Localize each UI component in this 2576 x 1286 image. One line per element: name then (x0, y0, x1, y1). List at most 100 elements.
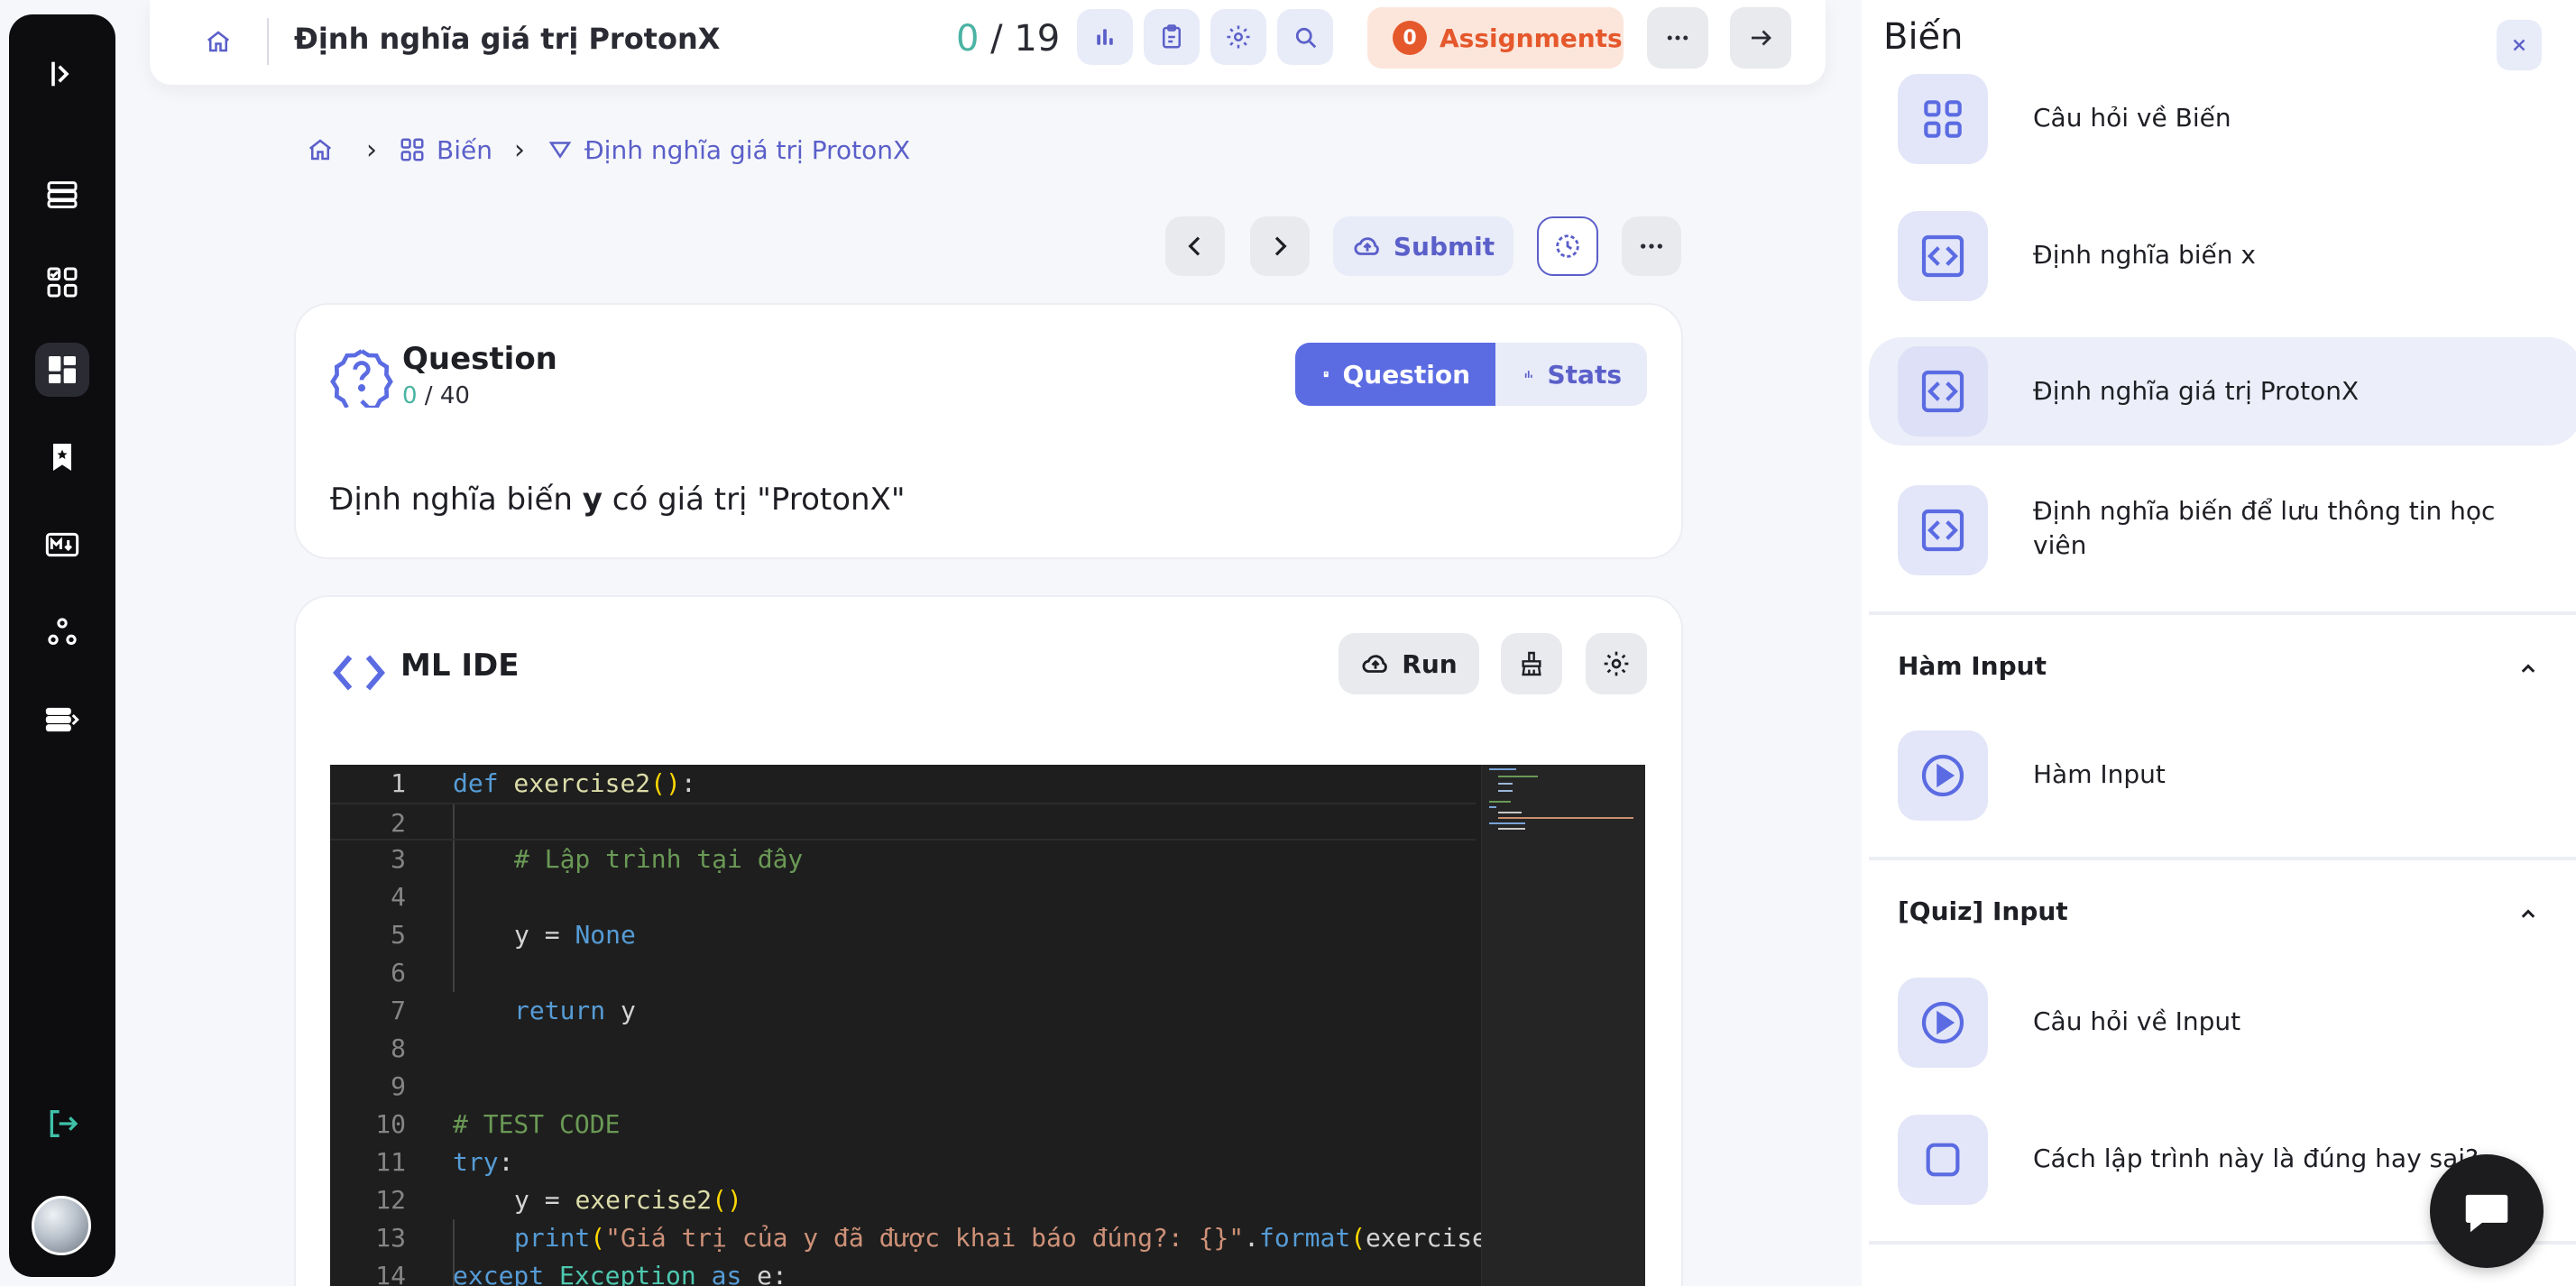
question-text: Định nghĩa biến y có giá trị "ProtonX" (330, 482, 906, 518)
code-token: : (680, 768, 696, 798)
breadcrumb-link-bien[interactable]: Biến (437, 135, 492, 165)
network-icon[interactable] (35, 605, 89, 659)
score-done: 0 (956, 18, 980, 60)
arrow-right-icon[interactable] (1730, 7, 1791, 69)
history-button[interactable] (1537, 216, 1598, 276)
tab-stats-label: Stats (1547, 359, 1623, 390)
lesson-item[interactable]: Định nghĩa biến x (1869, 202, 2576, 310)
search-icon[interactable] (1277, 9, 1333, 65)
code-line: 3 # Lập trình tại đây (330, 840, 1476, 878)
nav-rail (9, 14, 115, 1277)
bookmark-icon[interactable] (35, 430, 89, 484)
lesson-item[interactable]: Hàm Input (1869, 721, 2576, 830)
home-icon[interactable] (200, 23, 236, 60)
more-options-button[interactable] (1622, 216, 1681, 276)
section-header[interactable]: Hàm Input (1898, 651, 2047, 681)
code-token: exercise (1366, 1223, 1487, 1253)
more-icon (1641, 243, 1662, 249)
line-number: 14 (375, 1261, 406, 1286)
assignments-count-badge: 0 (1393, 21, 1427, 55)
markdown-icon[interactable] (35, 518, 89, 572)
chart-icon[interactable] (1077, 9, 1133, 65)
lesson-item-label: Định nghĩa biến để lưu thông tin học viê… (2033, 496, 2496, 560)
section-divider (1869, 857, 2576, 860)
minimap-line (1489, 806, 1496, 808)
chevron-left-icon (1188, 236, 1201, 256)
code-token: exercise2 (575, 1185, 713, 1215)
code-line: 5 y = None (330, 916, 1476, 954)
code-editor[interactable]: 1 def exercise2(): 2 3 # Lập trình tại đây… (330, 765, 1645, 1286)
clipboard-icon[interactable] (1144, 9, 1200, 65)
code-token: y (605, 996, 636, 1025)
code-minimap[interactable] (1481, 765, 1645, 1286)
chevron-right-icon: › (513, 133, 525, 166)
lesson-item[interactable]: Định nghĩa biến để lưu thông tin học viê… (1869, 476, 2576, 584)
broom-icon (1522, 651, 1541, 676)
code-line: 11 try: (330, 1144, 1476, 1181)
section-divider (1869, 611, 2576, 615)
list-expand-icon[interactable] (35, 693, 89, 747)
question-icon (330, 349, 393, 408)
avatar[interactable] (32, 1196, 91, 1255)
chat-button[interactable] (2430, 1154, 2544, 1268)
question-card: Question 0 / 40 Question Stats Định nghĩ… (294, 303, 1683, 559)
checkbox-icon (1898, 1115, 1988, 1205)
close-button[interactable] (2497, 20, 2542, 70)
chevron-up-icon[interactable] (2515, 655, 2542, 682)
ide-settings-button[interactable] (1586, 633, 1647, 694)
sidebar-expand-icon[interactable] (35, 47, 89, 101)
breadcrumb-current[interactable]: Định nghĩa giá trị ProtonX (584, 135, 910, 165)
code-token: # TEST CODE (453, 1109, 621, 1139)
home-icon[interactable] (307, 136, 334, 163)
gear-icon (1604, 651, 1629, 676)
code-icon (333, 655, 385, 691)
divider (267, 18, 269, 65)
assignments-label: Assignments (1440, 23, 1623, 53)
code-token: print (514, 1223, 591, 1253)
line-number: 5 (391, 920, 406, 950)
code-token: except (453, 1261, 545, 1286)
code-token: ( (590, 1223, 606, 1253)
chart-icon (1524, 371, 1532, 378)
lesson-item-label: Định nghĩa giá trị ProtonX (2033, 376, 2360, 406)
checklist-icon[interactable] (35, 255, 89, 309)
chevron-right-icon: › (366, 133, 377, 166)
section-header[interactable]: [Quiz] Input (1898, 896, 2068, 926)
minimap-line (1489, 801, 1511, 803)
question-score-total: / 40 (417, 382, 470, 409)
next-button[interactable] (1250, 216, 1310, 276)
gear-icon[interactable] (1210, 9, 1266, 65)
clear-button[interactable] (1501, 633, 1562, 694)
question-text-part: Định nghĩa biến (330, 482, 583, 518)
chat-icon (2465, 1194, 2508, 1233)
lesson-item-selected[interactable]: Định nghĩa giá trị ProtonX (1869, 337, 2576, 446)
line-number: 7 (391, 996, 406, 1025)
tab-question[interactable]: Question (1295, 343, 1495, 406)
submit-button[interactable]: Submit (1333, 216, 1513, 276)
code-token: ( (1350, 1223, 1366, 1253)
run-button[interactable]: Run (1339, 633, 1479, 694)
minimap-line (1498, 812, 1522, 813)
tab-stats[interactable]: Stats (1495, 343, 1647, 406)
code-token: . (1244, 1223, 1260, 1253)
logout-icon[interactable] (35, 1097, 89, 1151)
line-number: 9 (391, 1071, 406, 1101)
line-number: 10 (375, 1109, 406, 1139)
line-number: 6 (391, 958, 406, 987)
assignments-button[interactable]: 0 Assignments (1367, 7, 1624, 69)
database-icon[interactable] (35, 168, 89, 222)
code-line: 1 def exercise2(): (330, 765, 1476, 803)
code-line: 4 (330, 878, 1476, 916)
cloud-upload-icon (1354, 237, 1379, 255)
question-title: Question (402, 341, 557, 377)
code-icon (1898, 346, 1988, 436)
lesson-item[interactable]: Câu hỏi về Input (1869, 969, 2576, 1077)
question-score: 0 / 40 (402, 382, 470, 409)
prev-button[interactable] (1165, 216, 1225, 276)
more-icon[interactable] (1647, 7, 1708, 69)
chevron-up-icon[interactable] (2515, 900, 2542, 927)
dashboard-icon[interactable] (35, 343, 89, 397)
code-token: Exception (544, 1261, 712, 1286)
code-icon (1898, 485, 1988, 575)
lesson-item[interactable]: Câu hỏi về Biến (1869, 65, 2576, 173)
